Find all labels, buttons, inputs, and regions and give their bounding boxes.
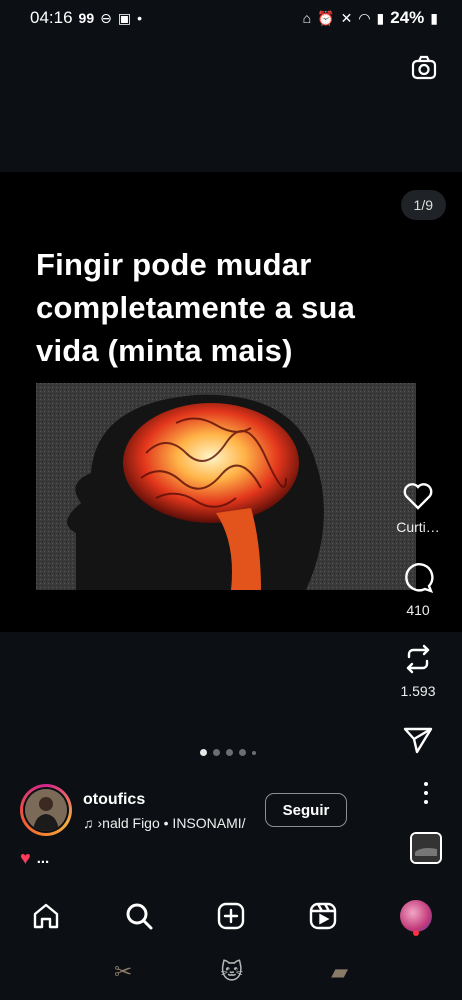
mute-icon: ✕ bbox=[340, 9, 353, 26]
nav-reels[interactable] bbox=[297, 896, 349, 936]
box-icon[interactable]: ▰ bbox=[331, 959, 348, 985]
music-info[interactable]: ♫ ›nald Figo • INSONAMI/ bbox=[83, 815, 246, 831]
author-row: otoufics ♫ ›nald Figo • INSONAMI/ Seguir bbox=[20, 784, 460, 838]
comment-icon[interactable] bbox=[402, 562, 434, 594]
carousel-counter: 1/9 bbox=[400, 190, 446, 220]
nav-search[interactable] bbox=[113, 896, 165, 936]
post-headline: Fingir pode mudar completamente a sua vi… bbox=[36, 247, 356, 368]
carousel-dots bbox=[200, 749, 256, 756]
likes-row[interactable]: ♥ ... bbox=[20, 848, 49, 869]
carousel-dot bbox=[252, 750, 256, 755]
search-icon[interactable] bbox=[124, 901, 154, 931]
follow-button[interactable]: Seguir bbox=[265, 793, 347, 827]
create-icon[interactable] bbox=[216, 901, 246, 931]
nav-home[interactable] bbox=[20, 896, 72, 936]
carousel-dot bbox=[226, 749, 233, 756]
heart-icon[interactable] bbox=[402, 481, 434, 511]
music-note-icon: ♫ bbox=[83, 815, 94, 831]
share-action[interactable] bbox=[374, 726, 462, 754]
carousel-dot-active bbox=[200, 749, 207, 756]
status-bar: 04:16 99 ⊖ ▣ • ⌂ ⏰ ✕ ◠ ▮ 24% ▮ bbox=[0, 0, 462, 36]
teams-icon: ▣ bbox=[117, 9, 132, 26]
camera-icon[interactable] bbox=[410, 54, 438, 82]
repost-count: 1.593 bbox=[400, 683, 436, 699]
signal-icon: ▮ bbox=[376, 9, 385, 26]
status-time: 04:16 bbox=[30, 8, 73, 27]
repost-icon[interactable] bbox=[403, 643, 433, 675]
music-title: ›nald Figo • INSONAMI/ bbox=[97, 815, 246, 831]
comment-action[interactable]: 410 bbox=[374, 562, 462, 618]
system-bar: ✂ 🐱 ▰ bbox=[0, 944, 462, 1000]
fish-bone-icon[interactable]: ✂ bbox=[114, 959, 132, 985]
comment-count: 410 bbox=[406, 602, 430, 618]
like-label: Curti… bbox=[396, 519, 440, 535]
wifi-icon: ◠ bbox=[358, 9, 371, 26]
like-action[interactable]: Curti… bbox=[374, 481, 462, 535]
heart-emoji-icon: ♥ bbox=[20, 848, 31, 868]
send-icon[interactable] bbox=[403, 726, 433, 754]
author-username[interactable]: otoufics bbox=[83, 791, 145, 809]
more-options-icon[interactable] bbox=[416, 782, 436, 804]
network-badge: 99 bbox=[78, 10, 95, 26]
repost-action[interactable]: 1.593 bbox=[374, 643, 462, 699]
audio-thumbnail[interactable] bbox=[410, 832, 442, 864]
carousel-dot bbox=[213, 749, 220, 756]
sleep-icon: ⌂ bbox=[302, 10, 312, 26]
post-image[interactable] bbox=[36, 383, 416, 590]
cat-icon[interactable]: 🐱 bbox=[220, 959, 243, 985]
nav-create[interactable] bbox=[205, 896, 257, 936]
reels-icon[interactable] bbox=[308, 901, 338, 931]
carousel-dot bbox=[239, 749, 246, 756]
notification-dot bbox=[412, 930, 419, 936]
more-notifications-icon: • bbox=[137, 10, 142, 26]
alarm-icon: ⏰ bbox=[317, 9, 335, 26]
profile-avatar[interactable] bbox=[399, 900, 432, 932]
author-avatar[interactable] bbox=[20, 784, 72, 836]
battery-percent: 24% bbox=[390, 8, 425, 27]
bottom-nav bbox=[0, 888, 462, 944]
home-icon[interactable] bbox=[31, 901, 61, 931]
battery-icon: ▮ bbox=[430, 9, 438, 26]
nav-profile[interactable] bbox=[390, 896, 442, 936]
dnd-icon: ⊖ bbox=[100, 9, 112, 26]
likes-text: ... bbox=[36, 850, 50, 867]
